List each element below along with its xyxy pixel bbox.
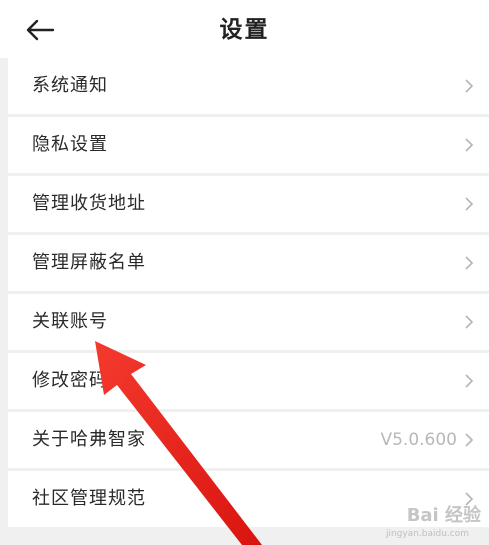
chevron-right-icon	[465, 138, 474, 152]
settings-row-about[interactable]: 关于哈弗智家 V5.0.600	[8, 412, 489, 468]
row-label: 系统通知	[32, 75, 108, 96]
settings-row-address[interactable]: 管理收货地址	[8, 176, 489, 232]
settings-row-system-notification[interactable]: 系统通知	[8, 58, 489, 114]
page-title: 设置	[219, 17, 270, 43]
watermark-logo: Bai 经验	[406, 505, 481, 526]
row-label: 管理收货地址	[32, 193, 146, 214]
header-bar: 设置	[0, 0, 489, 58]
settings-row-change-password[interactable]: 修改密码	[8, 353, 489, 409]
chevron-right-icon	[465, 433, 474, 447]
chevron-right-icon	[465, 197, 474, 211]
watermark-url: jingyan.baidu.com	[385, 529, 469, 539]
version-value: V5.0.600	[380, 430, 457, 450]
settings-row-linked-accounts[interactable]: 关联账号	[8, 294, 489, 350]
chevron-right-icon	[465, 256, 474, 270]
chevron-right-icon	[465, 79, 474, 93]
row-label: 隐私设置	[32, 134, 108, 155]
row-label: 关于哈弗智家	[32, 429, 146, 450]
settings-row-privacy[interactable]: 隐私设置	[8, 117, 489, 173]
chevron-right-icon	[465, 374, 474, 388]
settings-screen: 设置 系统通知 隐私设置 管理收货地址 管理屏蔽名单 关联账号 修改密码 关于哈…	[0, 0, 489, 545]
row-label: 管理屏蔽名单	[32, 252, 146, 273]
row-label: 修改密码	[32, 370, 108, 391]
row-label: 社区管理规范	[32, 488, 146, 509]
settings-list: 系统通知 隐私设置 管理收货地址 管理屏蔽名单 关联账号 修改密码 关于哈弗智家…	[8, 58, 489, 530]
settings-row-blocklist[interactable]: 管理屏蔽名单	[8, 235, 489, 291]
chevron-right-icon	[465, 315, 474, 329]
row-label: 关联账号	[32, 311, 108, 332]
